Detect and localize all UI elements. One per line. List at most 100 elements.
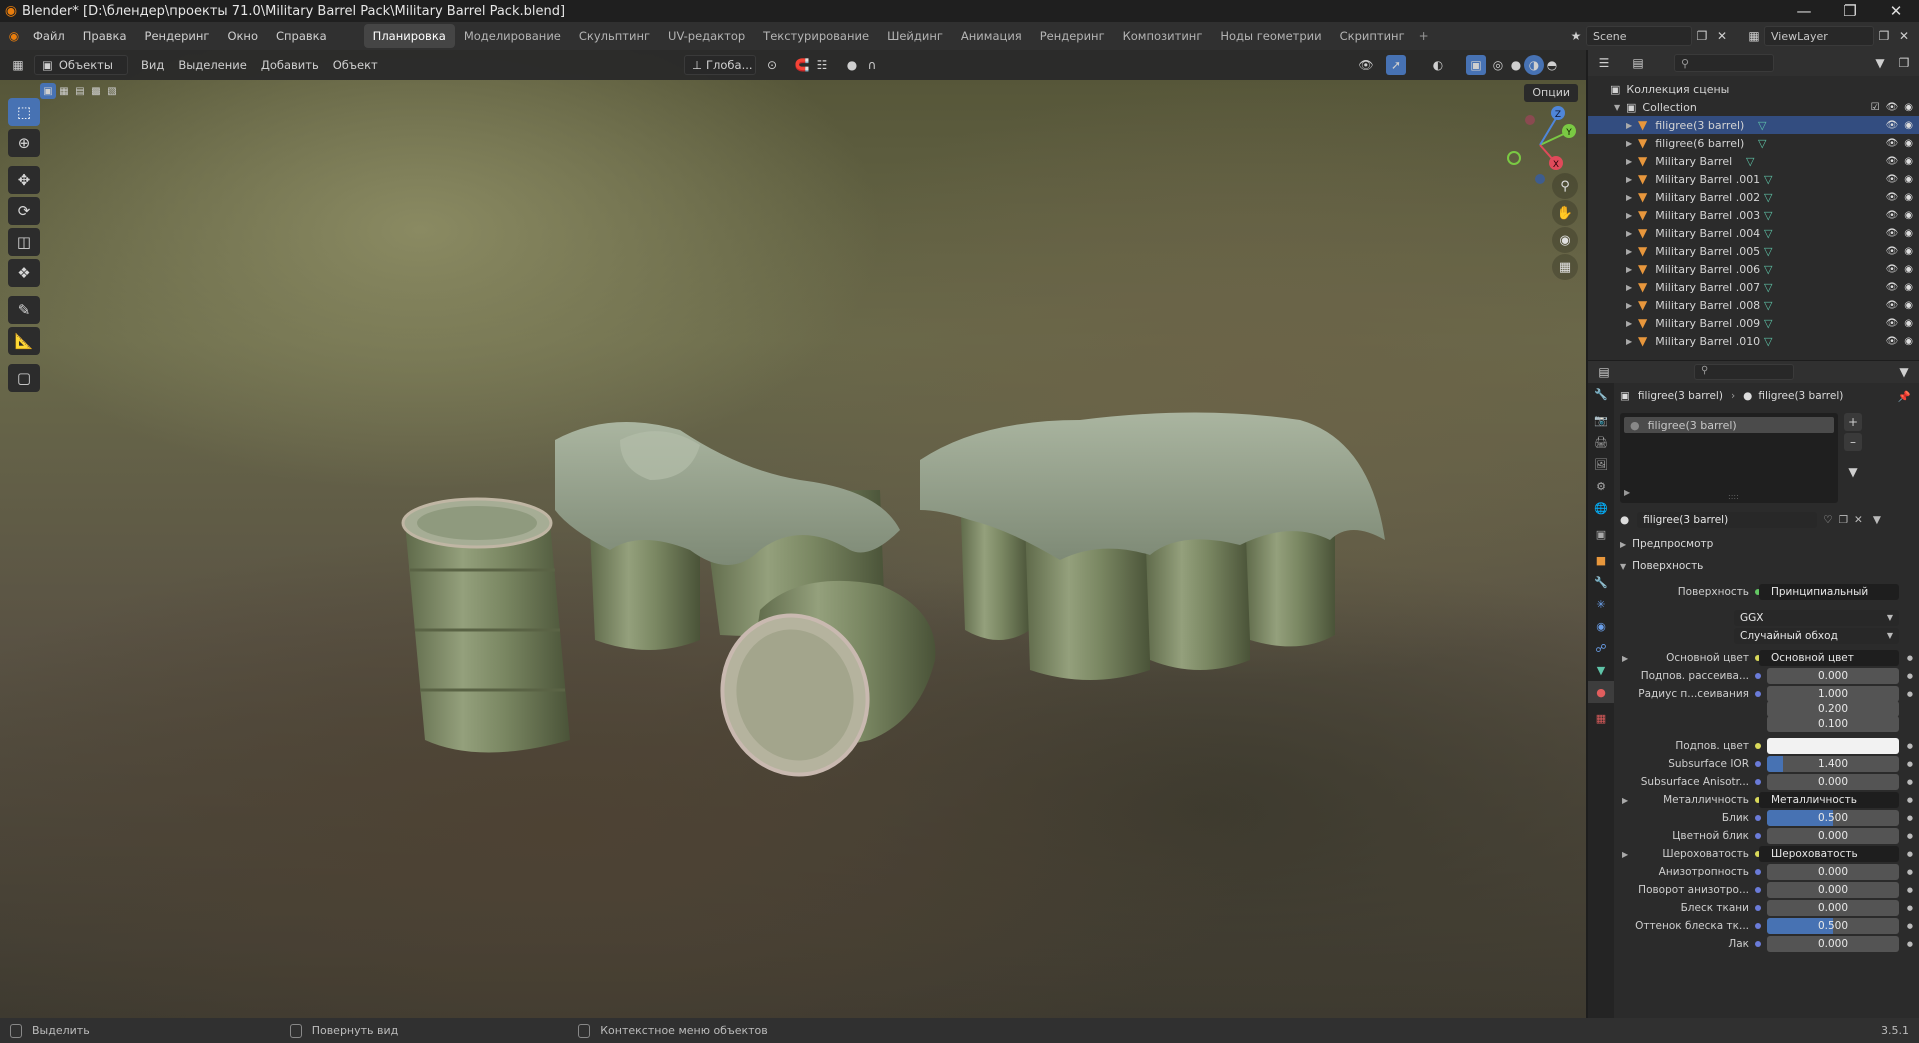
expand-icon[interactable]: ▶ — [1626, 157, 1638, 166]
mesh-data-icon[interactable]: ▽ — [1764, 245, 1772, 258]
properties-editor-icon[interactable]: ▤ — [1594, 362, 1614, 382]
mesh-data-icon[interactable]: ▽ — [1764, 173, 1772, 186]
tab-workspace-3[interactable]: UV-редактор — [659, 24, 754, 48]
surface-panel-header[interactable]: ▼ Поверхность — [1620, 557, 1915, 575]
input-socket-icon[interactable] — [1755, 673, 1761, 679]
input-socket-icon[interactable] — [1755, 761, 1761, 767]
object-tab-icon[interactable]: ■ — [1588, 549, 1614, 571]
camera-icon[interactable]: ◉ — [1904, 192, 1913, 203]
view-layer-tab-icon[interactable]: 🖼 — [1588, 453, 1614, 475]
barrel-group-6[interactable] — [920, 412, 1385, 681]
keyframe-dot-icon[interactable]: ● — [1907, 904, 1913, 912]
mesh-data-icon[interactable]: ▽ — [1758, 119, 1766, 132]
constraints-tab-icon[interactable]: ☍ — [1588, 637, 1614, 659]
keyframe-dot-icon[interactable]: ● — [1907, 940, 1913, 948]
input-socket-icon[interactable] — [1755, 833, 1761, 839]
expand-icon[interactable]: ▶ — [1626, 265, 1638, 274]
numeric-field[interactable]: 0.500 — [1767, 918, 1899, 934]
outliner-object-row[interactable]: ▶ ▼ Military Barrel .001 ▽ 👁 ◉ — [1588, 170, 1919, 188]
material-slot-row[interactable]: ● filigree(3 barrel) — [1624, 417, 1834, 433]
input-socket-icon[interactable] — [1755, 869, 1761, 875]
texture-tab-icon[interactable]: ▦ — [1588, 707, 1614, 729]
scene-name-field[interactable]: Scene — [1586, 26, 1692, 46]
render-tab-icon[interactable]: 📷 — [1588, 409, 1614, 431]
barrel-standing[interactable] — [401, 497, 570, 753]
camera-icon[interactable]: ◉ — [1904, 138, 1913, 149]
tab-workspace-5[interactable]: Шейдинг — [878, 24, 952, 48]
input-socket-icon[interactable] — [1755, 779, 1761, 785]
expand-input-icon[interactable]: ▶ — [1622, 850, 1628, 859]
mesh-data-icon[interactable]: ▽ — [1764, 263, 1772, 276]
camera-icon[interactable]: ◉ — [1904, 120, 1913, 131]
outliner-object-row[interactable]: ▶ ▼ Military Barrel .003 ▽ 👁 ◉ — [1588, 206, 1919, 224]
view-layer-field[interactable]: ViewLayer — [1764, 26, 1874, 46]
input-socket-icon[interactable] — [1755, 691, 1761, 697]
restore-icon[interactable]: ❐ — [1827, 0, 1873, 22]
camera-icon[interactable]: ◉ — [1904, 246, 1913, 257]
keyframe-dot-icon[interactable]: ● — [1907, 886, 1913, 894]
expand-icon[interactable]: ▶ — [1626, 175, 1638, 184]
tool-tab-icon[interactable]: 🔧 — [1588, 383, 1614, 405]
pin-icon[interactable]: 📌 — [1898, 390, 1911, 403]
tab-workspace-7[interactable]: Рендеринг — [1031, 24, 1114, 48]
camera-icon[interactable]: ◉ — [1904, 156, 1913, 167]
eye-icon[interactable]: 👁 — [1886, 228, 1899, 239]
mesh-data-icon[interactable]: ▽ — [1764, 317, 1772, 330]
3d-viewport[interactable]: ▦ ▣ Объекты Вид Выделение Добавить Объект ⊥… — [0, 50, 1586, 1018]
keyframe-dot-icon[interactable]: ● — [1907, 922, 1913, 930]
expand-icon[interactable]: ▶ — [1626, 337, 1638, 346]
camera-icon[interactable]: ◉ — [1904, 174, 1913, 185]
input-socket-icon[interactable] — [1755, 905, 1761, 911]
subsurface-method-select[interactable]: Случайный обход ▼ — [1734, 628, 1899, 644]
expand-icon[interactable]: ▶ — [1626, 193, 1638, 202]
modifier-tab-icon[interactable]: 🔧 — [1588, 571, 1614, 593]
mesh-data-icon[interactable]: ▽ — [1764, 227, 1772, 240]
collection-row[interactable]: ▼ ▣ Collection ☑ 👁 ◉ — [1588, 98, 1919, 116]
mesh-data-icon[interactable]: ▽ — [1746, 155, 1754, 168]
particles-tab-icon[interactable]: ✳ — [1588, 593, 1614, 615]
outliner-object-row[interactable]: ▶ ▼ Military Barrel .007 ▽ 👁 ◉ — [1588, 278, 1919, 296]
collection-tab-icon[interactable]: ▣ — [1588, 523, 1614, 545]
tab-workspace-8[interactable]: Композитинг — [1114, 24, 1212, 48]
eye-icon[interactable]: 👁 — [1886, 120, 1899, 131]
data-tab-icon[interactable]: ▼ — [1588, 659, 1614, 681]
numeric-field[interactable]: 0.000 — [1767, 882, 1899, 898]
mesh-data-icon[interactable]: ▽ — [1764, 335, 1772, 348]
eye-icon[interactable]: 👁 — [1886, 102, 1899, 113]
expand-icon[interactable]: ▶ — [1626, 121, 1638, 130]
new-scene-icon[interactable]: ❐ — [1692, 26, 1712, 46]
physics-tab-icon[interactable]: ◉ — [1588, 615, 1614, 637]
material-name-field[interactable]: filigree(3 barrel) — [1637, 512, 1818, 528]
browse-material-icon[interactable]: ● — [1620, 514, 1629, 526]
blender-menu-icon[interactable]: ◉ — [4, 26, 24, 46]
numeric-field[interactable]: 0.000 — [1767, 900, 1899, 916]
material-filter-icon[interactable]: ▼ — [1873, 514, 1881, 526]
tab-workspace-0[interactable]: Планировка — [363, 24, 455, 48]
outliner-object-row[interactable]: ▶ ▼ Military Barrel .005 ▽ 👁 ◉ — [1588, 242, 1919, 260]
mesh-data-icon[interactable]: ▽ — [1764, 281, 1772, 294]
duplicate-material-icon[interactable]: ❐ — [1839, 514, 1848, 526]
outliner-object-row[interactable]: ▶ ▼ filigree(3 barrel) ▽ 👁 ◉ — [1588, 116, 1919, 134]
mesh-data-icon[interactable]: ▽ — [1764, 299, 1772, 312]
outliner-object-row[interactable]: ▶ ▼ filigree(6 barrel) ▽ 👁 ◉ — [1588, 134, 1919, 152]
outliner-object-row[interactable]: ▶ ▼ Military Barrel .002 ▽ 👁 ◉ — [1588, 188, 1919, 206]
filter-icon[interactable]: ▼ — [1870, 53, 1890, 73]
expand-icon[interactable]: ▶ — [1626, 139, 1638, 148]
tab-workspace-2[interactable]: Скульптинг — [570, 24, 659, 48]
scene-selector[interactable]: ★ Scene ❐ ✕ — [1566, 26, 1732, 46]
camera-icon[interactable]: ◉ — [1904, 210, 1913, 221]
camera-icon[interactable]: ◉ — [1904, 228, 1913, 239]
add-workspace-icon[interactable]: + — [1414, 26, 1434, 46]
list-resize-handle[interactable]: :::: — [1728, 492, 1739, 501]
new-view-layer-icon[interactable]: ❐ — [1874, 26, 1894, 46]
expand-input-icon[interactable]: ▶ — [1622, 796, 1628, 805]
keyframe-dot-icon[interactable]: ● — [1907, 850, 1913, 858]
minimize-icon[interactable]: — — [1781, 0, 1827, 22]
unlink-material-icon[interactable]: ✕ — [1854, 514, 1863, 526]
tab-workspace-6[interactable]: Анимация — [952, 24, 1031, 48]
linked-input-field[interactable]: Металличность — [1759, 792, 1899, 808]
menu-0[interactable]: Файл — [24, 22, 74, 50]
eye-icon[interactable]: 👁 — [1886, 300, 1899, 311]
properties-search-input[interactable]: ⚲ — [1694, 364, 1794, 380]
eye-icon[interactable]: 👁 — [1886, 156, 1899, 167]
